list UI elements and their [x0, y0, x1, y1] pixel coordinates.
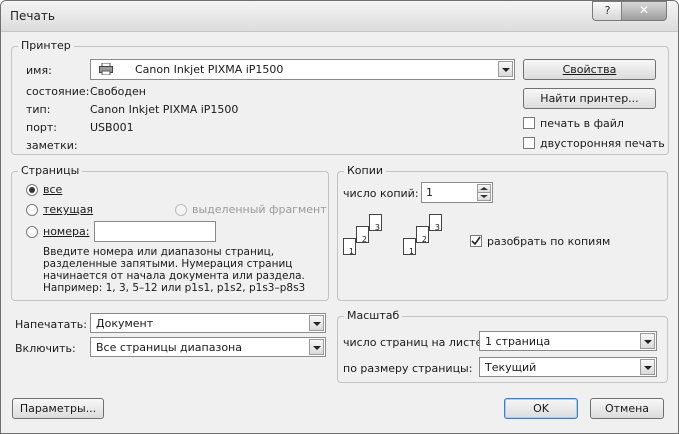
collate-checkbox[interactable] [470, 235, 482, 247]
pages-per-sheet-label: число страниц на листе: [343, 336, 486, 349]
print-what-label: Напечатать: [15, 318, 87, 331]
pages-current-radio[interactable] [26, 204, 38, 216]
pages-selection-label[interactable]: выделенный фрагмент [192, 203, 327, 216]
page-icon: 1 [403, 238, 416, 256]
spin-down-button[interactable] [477, 192, 491, 201]
printer-name-select[interactable]: Canon Inkjet PIXMA iP1500 [90, 59, 515, 80]
fit-to-page-select[interactable]: Текущий [479, 357, 657, 377]
scale-group-label: Масштаб [344, 309, 403, 322]
pages-all-label[interactable]: все [43, 183, 62, 196]
copies-count-value: 1 [426, 186, 433, 199]
pages-all-radio[interactable] [26, 184, 38, 196]
printer-name-label: имя: [26, 64, 52, 77]
pages-numbers-radio[interactable] [26, 226, 38, 238]
pages-selection-radio[interactable] [175, 204, 187, 216]
chevron-down-icon[interactable] [309, 315, 324, 331]
print-dialog: Печать ? ✕ Принтер имя: Canon Inkjet PIX… [0, 0, 679, 434]
printer-type-value: Canon Inkjet PIXMA iP1500 [90, 103, 239, 116]
printer-type-label: тип: [26, 103, 51, 116]
include-label: Включить: [15, 342, 76, 355]
collate-label[interactable]: разобрать по копиям [487, 235, 610, 248]
fit-to-page-label: по размеру страницы: [343, 362, 473, 375]
printer-group-label: Принтер [18, 39, 74, 52]
print-to-file-checkbox[interactable] [523, 117, 535, 129]
printer-status-label: состояние: [26, 85, 90, 98]
print-what-select[interactable]: Документ [90, 313, 326, 333]
printer-notes-label: заметки: [26, 139, 78, 152]
chevron-down-icon[interactable] [640, 359, 655, 375]
duplex-label[interactable]: двусторонняя печать [540, 137, 665, 150]
pages-hint: Введите номера или диапазоны страниц, ра… [43, 246, 306, 294]
pages-numbers-label[interactable]: номера: [43, 225, 89, 238]
pages-per-sheet-value: 1 страница [485, 335, 551, 348]
ok-button[interactable]: OK [504, 398, 578, 419]
page-icon: 2 [416, 226, 429, 244]
copies-count-input[interactable]: 1 [421, 182, 493, 203]
print-what-value: Документ [96, 317, 154, 330]
pages-per-sheet-select[interactable]: 1 страница [479, 331, 657, 351]
page-icon: 3 [369, 214, 382, 232]
title-bar: Печать ? ✕ [1, 1, 678, 32]
pages-group-label: Страницы [18, 164, 83, 177]
include-select[interactable]: Все страницы диапазона [90, 337, 326, 357]
chevron-down-icon[interactable] [309, 339, 324, 355]
printer-status-value: Свободен [90, 85, 146, 98]
help-button[interactable]: ? [592, 1, 623, 21]
duplex-checkbox[interactable] [523, 137, 535, 149]
find-printer-button[interactable]: Найти принтер... [523, 88, 656, 109]
copies-group-label: Копии [344, 164, 387, 177]
printer-port-value: USB001 [90, 121, 134, 134]
printer-port-label: порт: [26, 121, 58, 134]
fit-to-page-value: Текущий [485, 361, 537, 374]
pages-current-label[interactable]: текущая [43, 203, 93, 216]
include-value: Все страницы диапазона [96, 341, 242, 354]
properties-button[interactable]: Свойства [523, 59, 656, 80]
cancel-button[interactable]: Отмена [590, 398, 664, 419]
chevron-down-icon[interactable] [498, 61, 513, 77]
window-title: Печать [10, 9, 55, 23]
printer-icon [99, 62, 113, 76]
printer-name-value: Canon Inkjet PIXMA iP1500 [135, 63, 284, 76]
page-numbers-input[interactable] [94, 221, 216, 242]
chevron-down-icon[interactable] [640, 333, 655, 349]
options-button[interactable]: Параметры... [12, 398, 104, 419]
page-icon: 2 [356, 226, 369, 244]
page-icon: 1 [343, 238, 356, 256]
page-icon: 3 [429, 214, 442, 232]
close-button[interactable]: ✕ [621, 1, 667, 21]
copies-count-label: число копий: [343, 187, 419, 200]
print-to-file-label[interactable]: печать в файл [540, 117, 624, 130]
